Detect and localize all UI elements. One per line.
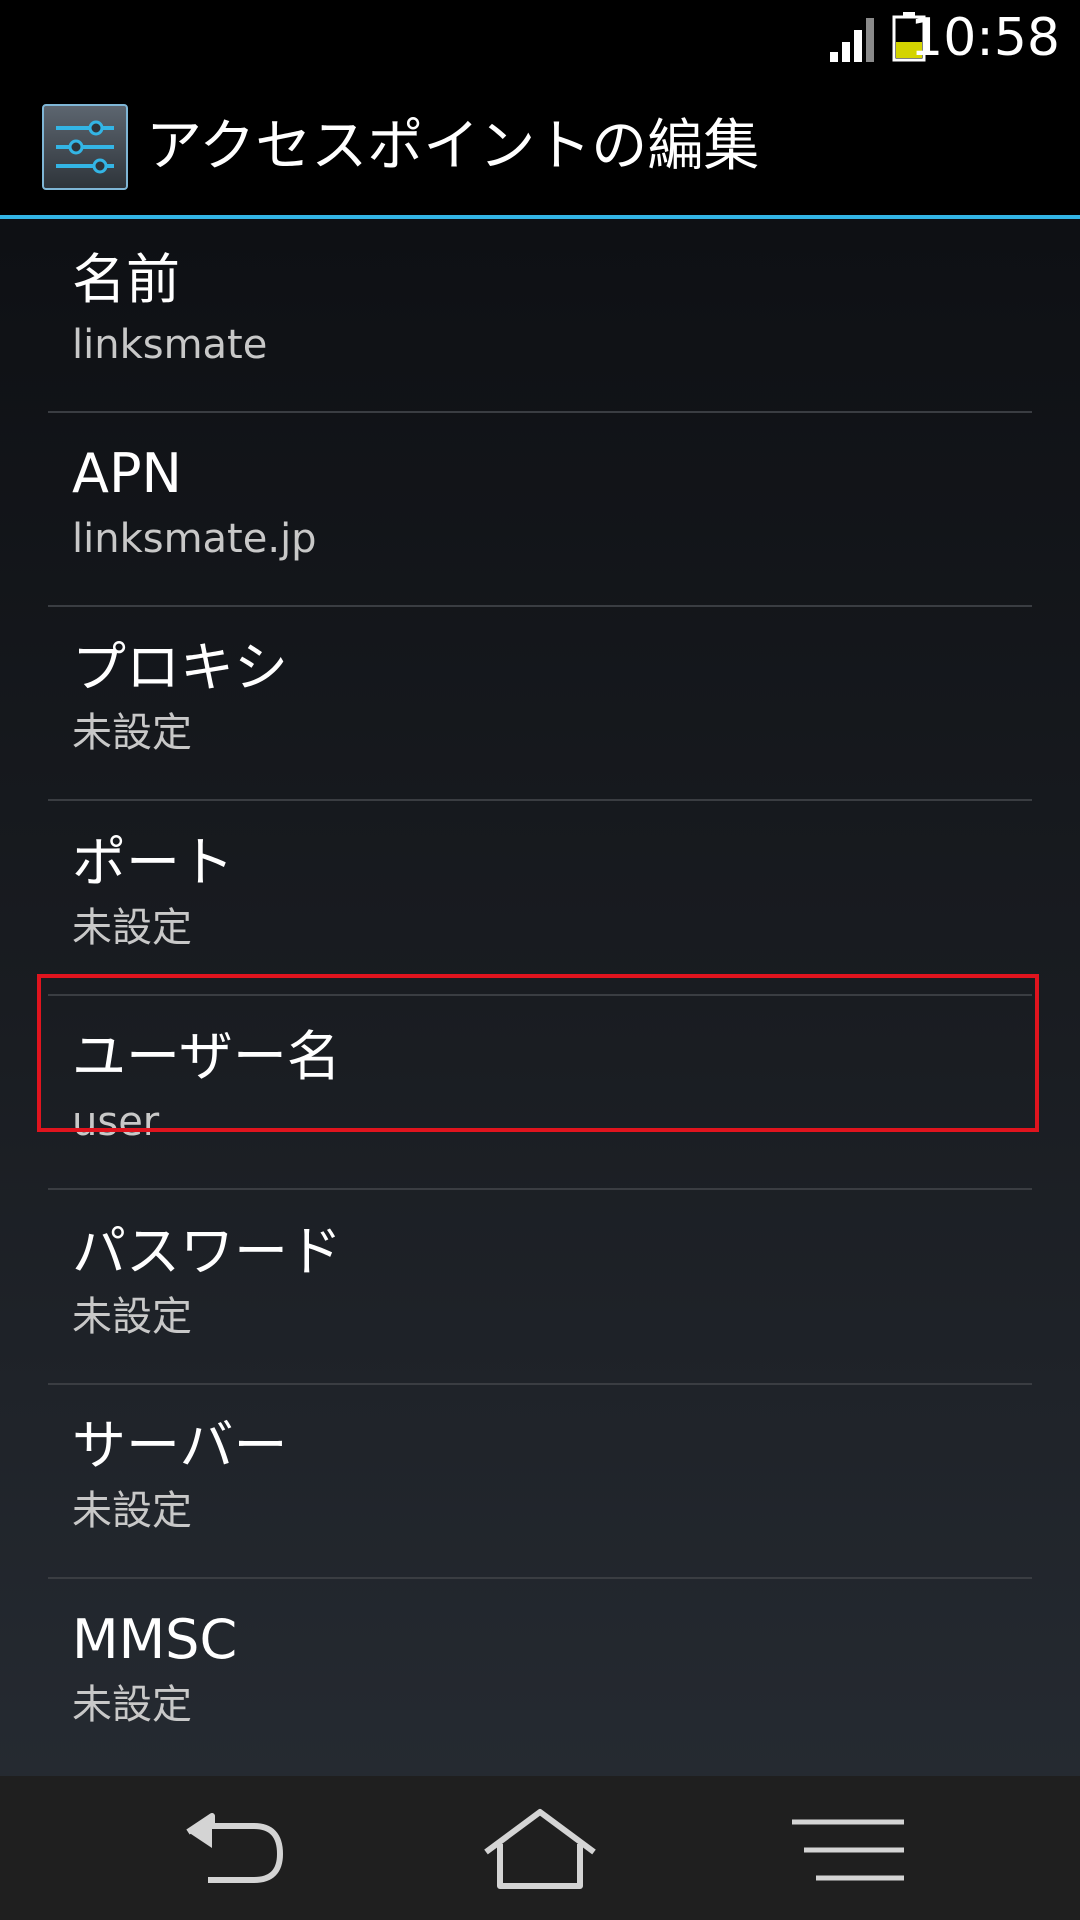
pref-title: ユーザー名 [72,1025,341,1088]
pref-summary: user [72,1099,160,1145]
pref-title: サーバー [72,1414,288,1477]
back-button[interactable] [162,1798,302,1898]
pref-summary: 未設定 [72,1682,192,1728]
home-icon [484,1809,596,1889]
pref-item-username[interactable]: ユーザー名 user [48,996,1032,1190]
menu-button[interactable] [778,1798,918,1898]
pref-summary: linksmate [72,322,268,368]
pref-item-apn[interactable]: APN linksmate.jp [48,413,1032,607]
status-clock: 10:58 [910,8,1060,68]
pref-title: パスワード [72,1220,342,1283]
navigation-bar [0,1776,1080,1920]
pref-summary: 未設定 [72,1294,192,1340]
menu-icon [792,1819,904,1881]
pref-item-name[interactable]: 名前 linksmate [48,219,1032,413]
pref-summary: 未設定 [72,905,192,951]
back-icon [186,1813,283,1883]
pref-item-server[interactable]: サーバー 未設定 [48,1385,1032,1579]
page-title: アクセスポイントの編集 [146,114,760,179]
pref-item-port[interactable]: ポート 未設定 [48,802,1032,996]
home-button[interactable] [470,1798,610,1898]
pref-item-mmsc[interactable]: MMSC 未設定 [48,1579,1032,1773]
pref-title: 名前 [72,248,180,311]
pref-summary: 未設定 [72,1488,192,1534]
pref-title: ポート [72,831,234,894]
pref-summary: 未設定 [72,710,192,756]
pref-title: APN [72,442,182,505]
status-bar: 10:58 [0,0,1080,76]
pref-item-password[interactable]: パスワード 未設定 [48,1191,1032,1385]
pref-item-proxy[interactable]: プロキシ 未設定 [48,607,1032,801]
action-bar: アクセスポイントの編集 [0,76,1080,219]
pref-title: プロキシ [72,636,288,699]
preference-list: 名前 linksmate APN linksmate.jp プロキシ 未設定 ポ… [0,219,1080,1776]
cell-signal-icon [830,18,874,62]
pref-summary: linksmate.jp [72,516,317,562]
settings-sliders-icon[interactable] [42,104,128,190]
pref-title: MMSC [72,1608,238,1671]
